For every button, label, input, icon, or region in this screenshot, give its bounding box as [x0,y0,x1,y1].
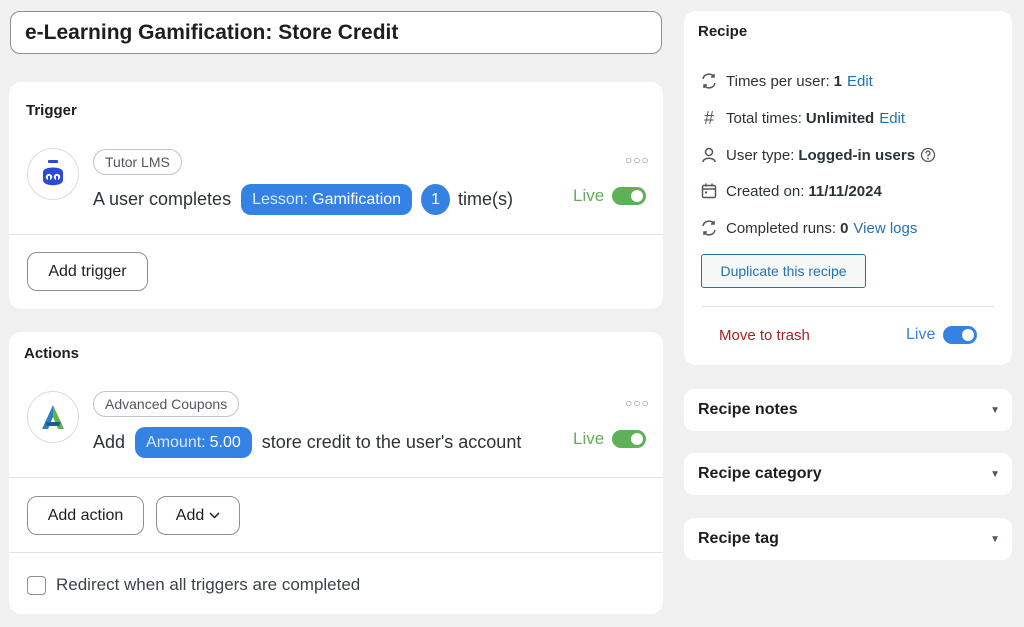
action-sentence-suffix: store credit to the user's account [261,432,522,452]
trigger-sentence: A user completes Lesson: Gamification 1 … [93,184,513,215]
action-sentence-prefix: Add [93,432,126,452]
recipe-tag-panel[interactable]: Recipe tag ▼ [684,518,1012,560]
recipe-category-title: Recipe category [698,465,822,482]
times-per-user-value: 1 [833,72,842,90]
total-times-row: # Total times: Unlimited Edit [700,107,905,128]
caret-down-icon: ▼ [990,404,1000,416]
recipe-notes-title: Recipe notes [698,401,798,418]
trigger-sentence-suffix: time(s) [458,189,514,209]
live-label: Live [906,326,936,343]
add-action-button[interactable]: Add action [27,496,144,535]
user-type-row: User type: Logged-in users [700,146,936,164]
recipe-notes-panel[interactable]: Recipe notes ▼ [684,389,1012,431]
recipe-title-input[interactable]: e-Learning Gamification: Store Credit [10,11,662,54]
trigger-lesson-token[interactable]: Lesson: Gamification [241,184,413,215]
recipe-live-toggle[interactable]: Live [906,326,978,344]
total-times-label: Total times: [726,109,802,127]
completed-runs-value: 0 [840,219,849,237]
created-on-label: Created on: [726,182,805,200]
trigger-divider [9,234,663,235]
token-value: 5.00 [209,433,241,451]
hash-icon: # [703,107,714,128]
add-dropdown-button[interactable]: Add [156,496,240,535]
created-on-row: Created on: 11/11/2024 [700,182,882,200]
trigger-section-title: Trigger [26,102,77,119]
redirect-label: Redirect when all triggers are completed [56,575,361,594]
live-label: Live [573,186,605,205]
calendar-icon [700,182,718,200]
caret-down-icon: ▼ [990,468,1000,480]
action-live-toggle[interactable]: Live [573,429,647,449]
add-trigger-button[interactable]: Add trigger [27,252,148,291]
actions-divider [9,477,663,478]
repeat-icon [700,72,718,90]
recipe-tag-title: Recipe tag [698,530,779,547]
redirect-option[interactable]: Redirect when all triggers are completed [27,575,360,595]
trigger-integration-pill: Tutor LMS [93,149,182,175]
toggle-switch[interactable] [943,326,978,344]
repeat-icon [700,219,718,237]
tutor-lms-logo-icon [27,148,79,200]
token-value: Gamification [312,190,402,208]
user-type-value: Logged-in users [798,146,916,164]
live-label: Live [573,429,605,448]
trigger-count-token[interactable]: 1 [421,184,451,215]
recipe-sidebar-title: Recipe [698,23,748,40]
help-icon[interactable] [920,147,936,163]
action-more-options-icon[interactable]: ○○○ [625,396,650,410]
token-key: Lesson: [252,190,309,208]
action-integration-pill: Advanced Coupons [93,391,240,417]
action-amount-token[interactable]: Amount: 5.00 [135,427,252,458]
redirect-checkbox[interactable] [27,575,46,595]
times-per-user-edit-link[interactable]: Edit [847,73,873,90]
add-button-label: Add [175,506,205,524]
advanced-coupons-logo-icon [27,391,79,443]
caret-down-icon: ▼ [990,533,1000,545]
redirect-divider [9,552,663,553]
token-key: Amount: [146,433,206,451]
actions-section-title: Actions [24,345,80,362]
action-sentence: Add Amount: 5.00 store credit to the use… [93,427,521,458]
created-on-value: 11/11/2024 [808,182,882,200]
recipe-category-panel[interactable]: Recipe category ▼ [684,453,1012,495]
times-per-user-row: Times per user: 1 Edit [700,72,873,90]
actions-panel [9,332,663,614]
user-type-label: User type: [726,146,795,164]
trigger-live-toggle[interactable]: Live [573,186,647,206]
total-times-value: Unlimited [805,109,875,127]
trigger-more-options-icon[interactable]: ○○○ [625,153,650,167]
completed-runs-label: Completed runs: [726,219,837,237]
trigger-sentence-prefix: A user completes [93,189,232,209]
completed-runs-row: Completed runs: 0 View logs [700,219,917,237]
move-to-trash-link[interactable]: Move to trash [719,327,810,344]
toggle-switch[interactable] [612,187,647,205]
duplicate-recipe-button[interactable]: Duplicate this recipe [701,254,866,288]
view-logs-link[interactable]: View logs [853,220,917,237]
chevron-down-icon [209,512,220,519]
user-icon [700,146,718,164]
sidebar-divider [701,306,995,307]
total-times-edit-link[interactable]: Edit [879,110,905,127]
times-per-user-label: Times per user: [726,72,830,90]
toggle-switch[interactable] [612,430,647,448]
